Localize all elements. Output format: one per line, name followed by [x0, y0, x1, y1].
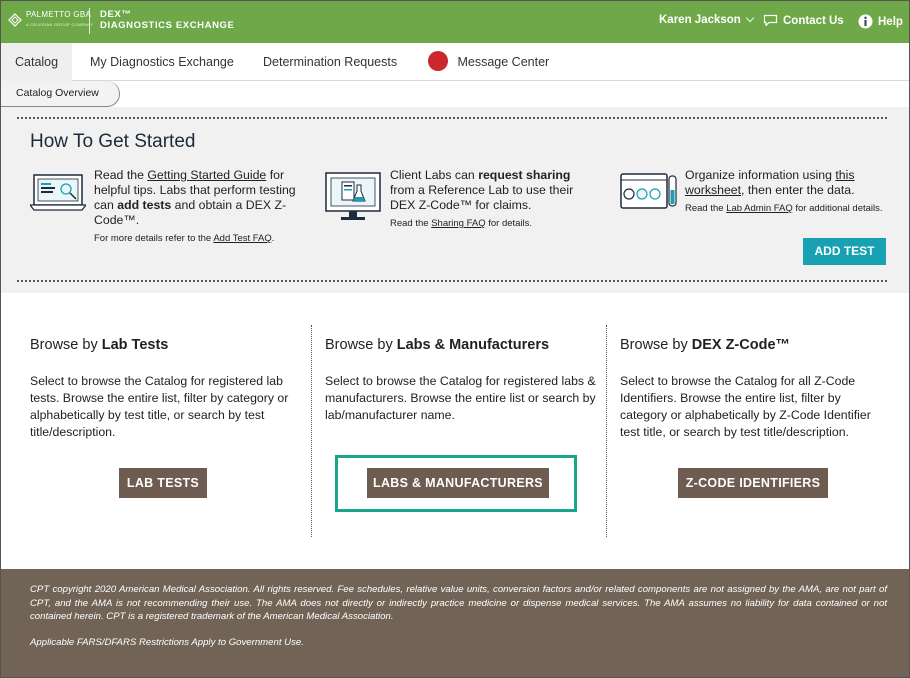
title-prefix: Browse by [30, 337, 102, 353]
get-started-col-1: Read the Getting Started Guide for helpf… [94, 168, 299, 245]
lab-tests-button[interactable]: LAB TESTS [119, 468, 207, 498]
get-started-col-2: Client Labs can request sharing from a R… [390, 168, 595, 230]
product-name-line2: DIAGNOSTICS EXCHANGE [100, 20, 235, 31]
column-divider [311, 325, 312, 537]
tab-message-center[interactable]: 1 Message Center [428, 43, 549, 81]
col1-note: For more details refer to the Add Test F… [94, 233, 299, 245]
lab-admin-faq-link[interactable]: Lab Admin FAQ [726, 203, 793, 214]
col3-note-text: Read the [685, 203, 727, 214]
contact-us-label: Contact Us [783, 14, 844, 27]
title-prefix: Browse by [325, 337, 397, 353]
header-divider [89, 8, 90, 34]
col1-note-text: . [271, 233, 275, 244]
browse-zcode-title: Browse by DEX Z-Code™ [620, 337, 790, 353]
help-link[interactable]: Help [858, 14, 903, 29]
column-divider [606, 325, 607, 537]
col1-text: Read the [94, 168, 148, 182]
brand-logo-block[interactable]: PALMETTO GBA A CELERIAN GROUP COMPANY [8, 10, 94, 29]
col3-note-text: for additional details. [792, 203, 883, 214]
get-started-col-3: Organize information using this workshee… [685, 168, 890, 215]
sharing-faq-link[interactable]: Sharing FAQ [431, 218, 485, 229]
tab-catalog[interactable]: Catalog [1, 43, 73, 81]
title-bold: Labs & Manufacturers [396, 337, 550, 353]
browse-section: Browse by Lab Tests Select to browse the… [1, 293, 909, 569]
message-count: 1 [435, 72, 436, 74]
footer-restrictions: Applicable FARS/DFARS Restrictions Apply… [30, 636, 304, 648]
add-test-button[interactable]: ADD TEST [803, 238, 886, 265]
title-bold: DEX Z-Code™ [691, 337, 791, 353]
add-test-faq-link[interactable]: Add Test FAQ [213, 233, 271, 244]
tab-label: My Diagnostics Exchange [90, 55, 234, 69]
getting-started-guide-link[interactable]: Getting Started Guide [147, 168, 266, 182]
dotted-divider-top [17, 117, 887, 119]
title-bold: Lab Tests [101, 337, 169, 353]
col3-note: Read the Lab Admin FAQ for additional de… [685, 203, 890, 215]
z-code-identifiers-button[interactable]: Z-CODE IDENTIFIERS [678, 468, 828, 498]
col1-note-text: For more details refer to the [94, 233, 214, 244]
product-name[interactable]: DEX™ DIAGNOSTICS EXCHANGE [100, 9, 234, 31]
breadcrumb-label: Catalog Overview [16, 87, 99, 99]
monitor-lab-icon [325, 172, 381, 220]
worksheet-icon [620, 173, 677, 209]
breadcrumb-row: Catalog Overview [1, 81, 909, 107]
laptop-guide-icon [30, 174, 86, 211]
tab-label: Catalog [15, 55, 59, 69]
browse-lab-tests-title: Browse by Lab Tests [30, 337, 168, 353]
top-header-bar: PALMETTO GBA A CELERIAN GROUP COMPANY DE… [1, 1, 909, 43]
browse-zcode-desc: Select to browse the Catalog for all Z-C… [620, 374, 871, 439]
chat-bubble-icon [763, 14, 778, 27]
col2-text: from a Reference Lab to use their DEX Z-… [390, 183, 574, 212]
browse-labs-title: Browse by Labs & Manufacturers [325, 337, 549, 353]
main-nav: Catalog My Diagnostics Exchange Determin… [1, 43, 909, 81]
col2-text: Client Labs can [390, 168, 479, 182]
col3-text: Organize information using [685, 168, 836, 182]
contact-us-link[interactable]: Contact Us [763, 14, 844, 27]
col2-bold-text: request sharing [478, 168, 571, 182]
browse-labs-desc: Select to browse the Catalog for registe… [325, 374, 596, 422]
browse-lab-tests-desc: Select to browse the Catalog for registe… [30, 374, 289, 439]
chevron-down-icon [745, 13, 755, 23]
app-window: PALMETTO GBA A CELERIAN GROUP COMPANY DE… [0, 0, 910, 678]
brand-subtitle: A CELERIAN GROUP COMPANY [26, 22, 94, 27]
dotted-divider-bottom [17, 280, 887, 282]
tab-label: Determination Requests [263, 55, 398, 69]
message-count-badge: 1 [428, 51, 448, 74]
breadcrumb[interactable]: Catalog Overview [1, 81, 120, 107]
col1-bold-text: add tests [117, 198, 172, 212]
tab-label: Message Center [457, 55, 550, 69]
labs-manufacturers-button[interactable]: LABS & MANUFACTURERS [367, 468, 549, 498]
title-prefix: Browse by [620, 337, 692, 353]
info-icon [858, 14, 873, 29]
product-name-line1: DEX™ [100, 9, 132, 20]
get-started-title: How To Get Started [30, 131, 196, 152]
col2-note-text: Read the [390, 218, 432, 229]
user-name: Karen Jackson [659, 14, 741, 26]
footer: CPT copyright 2020 American Medical Asso… [1, 569, 909, 677]
tab-determination-requests[interactable]: Determination Requests [263, 43, 397, 81]
tab-my-diagnostics-exchange[interactable]: My Diagnostics Exchange [90, 43, 234, 81]
get-started-panel: How To Get Started Read the Getting Star… [1, 107, 909, 293]
footer-copyright: CPT copyright 2020 American Medical Asso… [30, 584, 887, 622]
user-menu[interactable]: Karen Jackson [659, 13, 755, 26]
brand-name: PALMETTO GBA [26, 10, 92, 19]
col3-text: , then enter the data. [741, 183, 855, 197]
help-label: Help [878, 15, 903, 28]
palmetto-logo-icon [8, 12, 22, 27]
col2-note: Read the Sharing FAQ for details. [390, 218, 595, 230]
col2-note-text: for details. [485, 218, 533, 229]
